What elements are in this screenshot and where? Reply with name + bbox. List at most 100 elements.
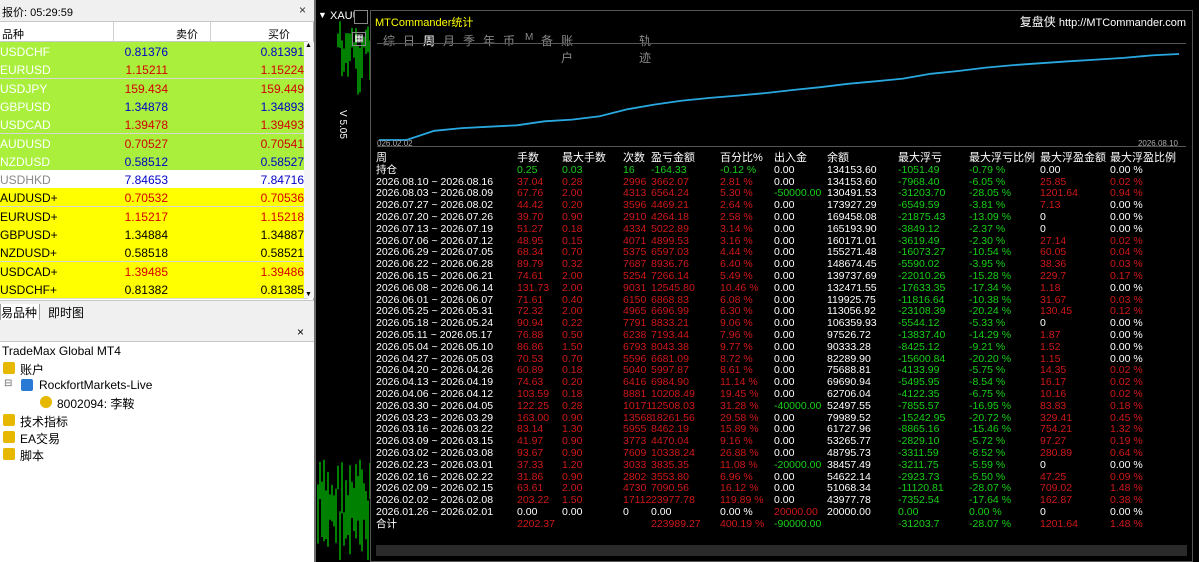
scroll-up-icon[interactable]: ▲ (305, 42, 312, 49)
ask-price: 0.81385 (260, 282, 304, 297)
navigator-root[interactable]: TradeMax Global MT4 (2, 344, 121, 358)
table-cell: 0.00 (774, 258, 795, 271)
navigator-indicators[interactable]: 技术指标 (20, 413, 68, 430)
table-cell: 0.00 (774, 435, 795, 448)
market-watch-row[interactable]: EURUSD 1.15211 1.15224 (0, 60, 308, 80)
table-cell: 223989.27 (651, 517, 701, 530)
navigator-accounts[interactable]: 账户 (20, 361, 44, 378)
table-cell: 0.03 % (1110, 293, 1143, 306)
table-cell: 8.61 % (720, 364, 753, 377)
table-cell: 0.00 (774, 352, 795, 365)
table-cell: 400.19 % (720, 517, 765, 530)
market-watch-row[interactable]: GBPUSD 1.34878 1.34893 (0, 96, 308, 116)
table-cell: -3311.59 (898, 447, 939, 459)
market-watch-row[interactable]: NZDUSD 0.58512 0.58527 (0, 151, 308, 171)
symbol-name: AUDUSD+ (0, 191, 58, 206)
market-watch-row[interactable]: USDCAD 1.39478 1.39493 (0, 115, 308, 135)
table-cell: 43977.78 (827, 494, 871, 507)
market-watch-row[interactable]: USDHKD 7.84653 7.84716 (0, 170, 308, 190)
table-row: 2026.06.29 ~ 2026.07.05 68.34 0.70 5375 6597… (376, 246, 1191, 258)
navigator-server[interactable]: RockfortMarkets-Live (39, 378, 152, 392)
table-cell: 7687 (623, 258, 647, 271)
table-cell: 0.00 (774, 411, 795, 424)
table-cell: 26.88 % (720, 447, 759, 459)
close-icon[interactable]: × (297, 4, 308, 16)
table-cell: 0.00 (774, 470, 795, 483)
table-cell: -0.79 % (969, 163, 1006, 176)
tab-symbols[interactable]: 易品种 (0, 304, 40, 321)
table-cell: 13568 (623, 411, 653, 424)
minimize-icon[interactable] (354, 10, 368, 24)
close-icon[interactable]: × (297, 325, 304, 339)
table-cell: 0.00 (774, 423, 795, 436)
table-cell: 70.53 (517, 352, 544, 365)
table-cell: 131.73 (517, 281, 550, 294)
trading-panel-icon[interactable]: ▦ (352, 32, 366, 46)
table-cell: -3.81 % (969, 199, 1006, 212)
table-cell: 8.72 % (720, 352, 753, 365)
market-watch-row[interactable]: USDJPY 159.434 159.449 (0, 78, 308, 98)
table-cell: -9.21 % (969, 340, 1006, 353)
collapse-icon[interactable]: ⊟ (4, 378, 12, 389)
table-cell: 11.14 % (720, 376, 758, 389)
table-cell: 8881 (623, 388, 647, 400)
tab-tick-chart[interactable]: 即时图 (48, 304, 84, 321)
table-cell: 0.02 % (1110, 175, 1143, 188)
table-cell: 62706.04 (827, 388, 871, 400)
table-cell: 5375 (623, 246, 647, 259)
navigator-scripts[interactable]: 脚本 (20, 447, 44, 464)
mtc-brand[interactable]: 复盘侠 http://MTCommander.com (1020, 13, 1186, 30)
header-symbol[interactable]: 品种 (2, 26, 24, 42)
market-watch-row[interactable]: NZDUSD+ 0.58518 0.58521 (0, 243, 308, 263)
mtc-tab[interactable]: M (525, 32, 533, 43)
symbol-name: NZDUSD+ (0, 246, 58, 261)
table-cell: 2026.06.08 ~ 2026.06.14 (376, 281, 494, 294)
table-row: 2026.07.13 ~ 2026.07.19 51.27 0.18 4334 5022… (376, 223, 1191, 235)
table-cell: 9.06 % (720, 317, 753, 330)
market-watch-row[interactable]: USDCHF 0.81376 0.81391 (0, 42, 308, 61)
table-cell: -7968.40 (898, 175, 940, 188)
market-watch-row[interactable]: AUDUSD+ 0.70532 0.70536 (0, 188, 308, 208)
table-cell: 1.32 % (1110, 423, 1143, 436)
table-cell: 8833.21 (651, 317, 689, 330)
table-cell: 119925.75 (827, 293, 876, 306)
table-cell: 5.49 % (720, 270, 753, 282)
table-cell: 173927.29 (827, 199, 877, 212)
table-cell: 7090.56 (651, 482, 689, 495)
market-watch-row[interactable]: AUDUSD 0.70527 0.70541 (0, 133, 308, 153)
table-cell: 0.40 (562, 293, 583, 306)
table-cell: 38457.49 (827, 458, 871, 471)
table-cell: 54622.14 (827, 470, 871, 483)
market-watch-row[interactable]: USDCAD+ 1.39485 1.39486 (0, 261, 308, 281)
header-bid[interactable]: 卖价 (176, 26, 198, 42)
bid-price: 1.39478 (124, 118, 168, 133)
market-watch-row[interactable]: GBPUSD+ 1.34884 1.34887 (0, 225, 308, 244)
table-cell: 0.90 (562, 211, 583, 223)
table-cell: 0.03 % (1110, 258, 1143, 271)
header-cell: 最大浮盈金额 (1040, 152, 1106, 164)
tab-tick-chart-label: 即时图 (48, 306, 85, 320)
market-watch-scrollbar[interactable]: ▲ ▼ (304, 42, 314, 298)
market-watch-row[interactable]: USDCHF+ 0.81382 0.81385 (0, 279, 308, 299)
table-cell: -11816.64 (898, 293, 945, 306)
table-cell: 5997.87 (651, 364, 689, 377)
table-cell: -2.30 % (969, 234, 1006, 247)
table-cell: -10.54 % (969, 246, 1012, 259)
table-cell: 0.02 % (1110, 364, 1143, 377)
table-cell: 4730 (623, 482, 647, 495)
ask-price: 1.39493 (260, 118, 304, 133)
table-cell: 1.52 (1040, 340, 1061, 353)
header-ask[interactable]: 买价 (268, 26, 290, 42)
mtc-brand-url[interactable]: http://MTCommander.com (1059, 17, 1186, 29)
market-watch-row[interactable]: EURUSD+ 1.15217 1.15218 (0, 206, 308, 226)
scroll-down-icon[interactable]: ▼ (305, 291, 312, 298)
table-cell: 3.16 % (720, 234, 753, 247)
table-row: 2026.05.04 ~ 2026.05.10 86.86 1.50 6793 8043… (376, 341, 1191, 353)
table-cell: -3849.12 (898, 222, 940, 235)
navigator-account[interactable]: 8002094: 李鞍 (57, 395, 134, 412)
navigator-ea[interactable]: EA交易 (20, 430, 60, 447)
equity-graph (377, 43, 1186, 147)
table-cell: 8462.19 (651, 423, 689, 436)
table-cell: 0.00 (774, 329, 795, 341)
table-cell: -21875.43 (898, 211, 946, 223)
